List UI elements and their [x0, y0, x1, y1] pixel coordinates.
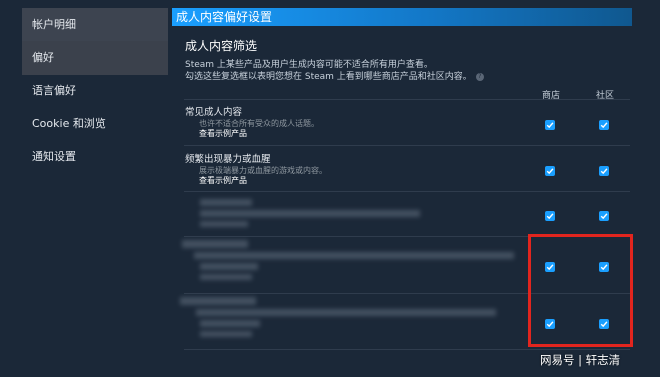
blurred-text — [200, 263, 258, 270]
blurred-text — [182, 240, 248, 248]
description-line-2-text: 勾选这些复选框以表明您想在 Steam 上看到哪些商店产品和社区内容。 — [185, 72, 472, 82]
checkmark-icon — [600, 213, 608, 220]
sidebar-item-cookies[interactable]: Cookie 和浏览 — [22, 107, 168, 141]
row-title-violence: 频繁出现暴力或血腥 — [185, 154, 271, 165]
help-icon[interactable]: ? — [475, 72, 484, 81]
blurred-text — [200, 210, 420, 217]
sidebar-item-language[interactable]: 语言偏好 — [22, 74, 168, 108]
row-divider — [184, 349, 630, 350]
blurred-text — [180, 297, 256, 305]
blurred-text — [200, 221, 248, 227]
row-divider — [184, 99, 630, 100]
checkmark-icon — [546, 168, 554, 175]
sidebar: 帐户明细 偏好 语言偏好 Cookie 和浏览 通知设置 — [0, 0, 172, 377]
description-line-2: 勾选这些复选框以表明您想在 Steam 上看到哪些商店产品和社区内容。? — [185, 69, 484, 82]
row-divider — [184, 191, 630, 192]
sidebar-item-preferences[interactable]: 偏好 — [22, 41, 168, 75]
community-checkbox-row-3[interactable] — [599, 211, 609, 221]
checkmark-icon — [600, 168, 608, 175]
store-checkbox-adult-content[interactable] — [545, 120, 555, 130]
store-checkbox-violence[interactable] — [545, 166, 555, 176]
community-checkbox-violence[interactable] — [599, 166, 609, 176]
sidebar-item-notifications[interactable]: 通知设置 — [22, 140, 168, 174]
community-checkbox-adult-content[interactable] — [599, 120, 609, 130]
checkmark-icon — [546, 213, 554, 220]
blurred-text — [200, 320, 260, 327]
settings-panel: 成人内容偏好设置 成人内容筛选 Steam 上某些产品及用户生成内容可能不适合所… — [172, 0, 660, 377]
panel-title: 成人内容偏好设置 — [172, 8, 632, 26]
store-checkbox-row-3[interactable] — [545, 211, 555, 221]
blurred-text — [200, 274, 252, 280]
row-divider — [184, 145, 630, 146]
blurred-text — [200, 199, 252, 206]
blurred-text — [200, 331, 252, 337]
checkmark-icon — [546, 122, 554, 129]
section-title: 成人内容筛选 — [185, 39, 258, 53]
row-title-adult-content: 常见成人内容 — [185, 107, 243, 118]
view-examples-link[interactable]: 查看示例产品 — [199, 175, 247, 186]
blurred-text — [196, 309, 496, 316]
watermark: 网易号 | 轩志清 — [540, 353, 621, 367]
blurred-text — [194, 252, 514, 259]
checkmark-icon — [600, 122, 608, 129]
sidebar-item-account-details[interactable]: 帐户明细 — [22, 8, 168, 42]
view-examples-link[interactable]: 查看示例产品 — [199, 128, 247, 139]
highlight-box — [528, 234, 633, 347]
